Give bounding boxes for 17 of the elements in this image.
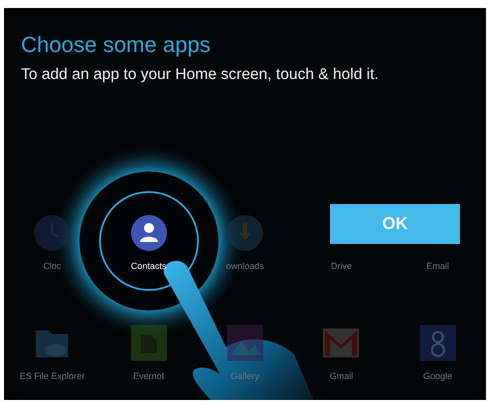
app-label[interactable]: ownloads (224, 261, 266, 271)
ok-button[interactable]: OK (330, 204, 460, 244)
app-icon[interactable] (420, 325, 456, 361)
clock-icon[interactable] (34, 215, 70, 251)
app-label[interactable]: Google (421, 371, 454, 381)
download-icon[interactable] (226, 215, 263, 251)
app-label[interactable]: ES File Explorer (18, 371, 87, 381)
app-label[interactable]: Evernot (131, 371, 166, 381)
app-label[interactable]: Email (424, 261, 452, 271)
app-label[interactable]: Cloc (41, 261, 64, 271)
app-label[interactable]: Contacts (128, 261, 168, 271)
app-label[interactable]: Drive (328, 261, 354, 271)
note-icon[interactable] (130, 325, 167, 361)
dialog-title: Choose some apps (20, 31, 212, 58)
person-icon[interactable] (130, 215, 167, 251)
instruction-text: To add an app to your Home screen, touch & hold it. (20, 65, 380, 84)
app-label[interactable]: Gmail (328, 371, 356, 381)
